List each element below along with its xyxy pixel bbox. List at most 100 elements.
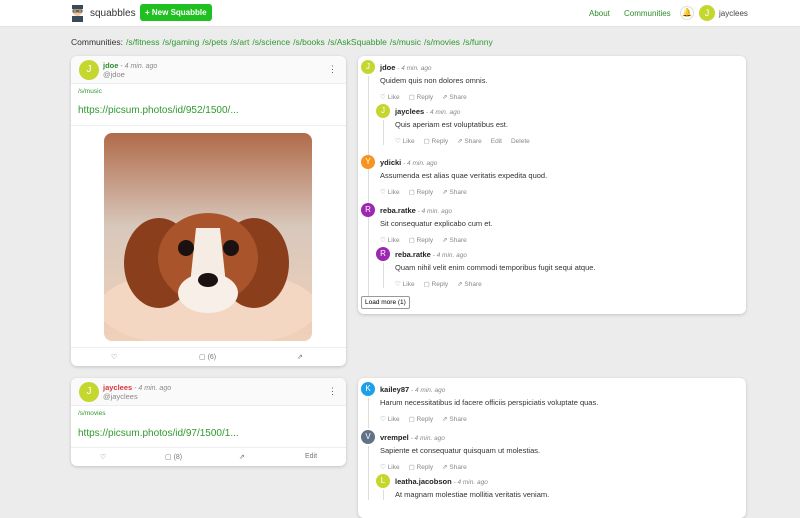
commenter-avatar[interactable]: J — [376, 104, 390, 118]
like-button[interactable]: ♡ Like — [380, 94, 400, 101]
comment-time: - 4 min. ago — [395, 65, 432, 72]
reply-button[interactable]: ▢ Reply — [409, 237, 434, 244]
comment-text: Assumenda est alias quae veritatis exped… — [380, 171, 548, 180]
share-button[interactable]: ⇗ Share — [442, 416, 467, 423]
share-button[interactable]: ⇗ Share — [442, 464, 467, 471]
community-link[interactable]: /s/art — [230, 37, 249, 47]
comment-time: - 4 min. ago — [401, 160, 438, 167]
comments-button[interactable]: ▢ (8) — [165, 453, 182, 461]
author-name[interactable]: jdoe — [103, 61, 118, 70]
commenter-avatar[interactable]: R — [376, 247, 390, 261]
commenter-name[interactable]: reba.ratke — [380, 206, 416, 215]
edit-post-button[interactable]: Edit — [305, 453, 317, 460]
post-link[interactable]: https://picsum.photos/id/97/1500/1... — [78, 428, 239, 439]
like-button[interactable]: ♡ Like — [380, 189, 400, 196]
post-link[interactable]: https://picsum.photos/id/952/1500/... — [78, 105, 239, 116]
community-link[interactable]: /s/gaming — [163, 37, 200, 47]
share-button[interactable]: ⇗ Share — [457, 138, 482, 145]
share-icon[interactable]: ⇗ — [297, 353, 303, 361]
comment-time: - 4 min. ago — [409, 387, 446, 394]
reply-button[interactable]: ▢ Reply — [424, 138, 449, 145]
comment-text: Quis aperiam est voluptatibus est. — [395, 120, 508, 129]
author-handle: @jayclees — [103, 392, 138, 401]
user-menu-name[interactable]: jayclees — [719, 9, 748, 18]
commenter-name[interactable]: jayclees — [395, 107, 424, 116]
post-community[interactable]: /s/music — [78, 88, 102, 95]
commenter-name[interactable]: vrempel — [380, 433, 409, 442]
share-button[interactable]: ⇗ Share — [442, 94, 467, 101]
post-card: J jayclees - 4 min. ago @jayclees ⋮ /s/m… — [71, 378, 346, 466]
share-button[interactable]: ⇗ Share — [442, 237, 467, 244]
commenter-avatar[interactable]: R — [361, 203, 375, 217]
commenter-name[interactable]: jdoe — [380, 63, 395, 72]
logo-icon[interactable] — [70, 4, 85, 22]
comment-text: Quam nihil velit enim commodi temporibus… — [395, 263, 596, 272]
reply-button[interactable]: ▢ Reply — [409, 464, 434, 471]
community-link[interactable]: /s/movies — [424, 37, 460, 47]
reply-button[interactable]: ▢ Reply — [409, 416, 434, 423]
share-button[interactable]: ⇗ Share — [457, 281, 482, 288]
community-link[interactable]: /s/pets — [202, 37, 227, 47]
community-link[interactable]: /s/funny — [463, 37, 493, 47]
like-button[interactable]: ♡ Like — [380, 464, 400, 471]
reply-button[interactable]: ▢ Reply — [409, 189, 434, 196]
author-name[interactable]: jayclees — [103, 383, 132, 392]
commenter-name[interactable]: kailey87 — [380, 385, 409, 394]
reply-button[interactable]: ▢ Reply — [424, 281, 449, 288]
communities-bar: Communities:/s/fitness/s/gaming/s/pets/s… — [71, 37, 493, 47]
comment-text: Quidem quis non dolores omnis. — [380, 76, 488, 85]
commenter-avatar[interactable]: L — [376, 474, 390, 488]
community-link[interactable]: /s/music — [390, 37, 421, 47]
community-link[interactable]: /s/books — [293, 37, 325, 47]
post-image[interactable] — [104, 133, 312, 341]
author-avatar[interactable]: J — [79, 382, 99, 402]
like-icon[interactable]: ♡ — [100, 453, 106, 461]
like-button[interactable]: ♡ Like — [380, 416, 400, 423]
author-avatar[interactable]: J — [79, 60, 99, 80]
community-link[interactable]: /s/AskSquabble — [328, 37, 387, 47]
delete-button[interactable]: Delete — [511, 138, 530, 145]
commenter-name[interactable]: leatha.jacobson — [395, 477, 452, 486]
nav-communities[interactable]: Communities — [624, 9, 671, 18]
share-button[interactable]: ⇗ Share — [442, 189, 467, 196]
new-squabble-button[interactable]: + New Squabble — [140, 4, 212, 21]
more-options-icon[interactable]: ⋮ — [328, 386, 337, 397]
edit-button[interactable]: Edit — [491, 138, 502, 145]
community-link[interactable]: /s/fitness — [126, 37, 160, 47]
comment-time: - 4 min. ago — [424, 109, 461, 116]
nav-about[interactable]: About — [589, 9, 610, 18]
comment-text: At magnam molestiae mollitia veritatis v… — [395, 490, 550, 499]
comment-text: Harum necessitatibus id facere officiis … — [380, 398, 599, 407]
author-handle: @jdoe — [103, 70, 125, 79]
community-link[interactable]: /s/science — [252, 37, 290, 47]
reply-button[interactable]: ▢ Reply — [409, 94, 434, 101]
like-button[interactable]: ♡ Like — [395, 138, 415, 145]
post-header: J jdoe - 4 min. ago @jdoe ⋮ — [71, 56, 346, 84]
commenter-avatar[interactable]: K — [361, 382, 375, 396]
post-time: - 4 min. ago — [132, 385, 172, 392]
commenter-avatar[interactable]: Y — [361, 155, 375, 169]
user-avatar[interactable]: J — [699, 5, 715, 21]
comment-time: - 4 min. ago — [451, 479, 488, 486]
commenter-name[interactable]: ydicki — [380, 158, 401, 167]
more-options-icon[interactable]: ⋮ — [328, 64, 337, 75]
commenter-avatar[interactable]: J — [361, 60, 375, 74]
comment-time: - 4 min. ago — [430, 252, 467, 259]
brand-name[interactable]: squabbles — [90, 8, 136, 19]
load-more-button[interactable]: Load more (1) — [361, 296, 410, 309]
post-actions: ♡ ▢ (6) ⇗ — [71, 347, 346, 366]
comments-button[interactable]: ▢ (6) — [199, 353, 216, 361]
like-button[interactable]: ♡ Like — [395, 281, 415, 288]
notifications-bell-icon[interactable]: 🔔 — [680, 6, 694, 20]
post-actions: ♡ ▢ (8) ⇗ Edit — [71, 447, 346, 466]
post-header: J jayclees - 4 min. ago @jayclees ⋮ — [71, 378, 346, 406]
comment-time: - 4 min. ago — [415, 208, 452, 215]
like-icon[interactable]: ♡ — [111, 353, 117, 361]
like-button[interactable]: ♡ Like — [380, 237, 400, 244]
post-community[interactable]: /s/movies — [78, 410, 105, 417]
commenter-name[interactable]: reba.ratke — [395, 250, 431, 259]
commenter-avatar[interactable]: V — [361, 430, 375, 444]
share-icon[interactable]: ⇗ — [239, 453, 245, 461]
comment-text: Sit consequatur explicabo cum et. — [380, 219, 493, 228]
communities-label: Communities: — [71, 37, 123, 47]
